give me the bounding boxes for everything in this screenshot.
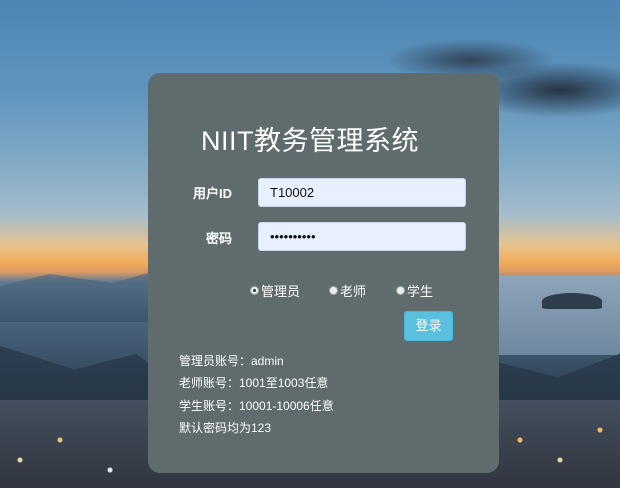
radio-button[interactable] <box>250 286 259 295</box>
info-line-password: 默认密码均为123 <box>179 421 272 435</box>
password-input[interactable]: •••••••••• <box>258 222 466 251</box>
radio-button[interactable] <box>329 286 338 295</box>
info-line-student: 学生账号：10001-10006任意 <box>179 399 334 413</box>
role-label: 老师 <box>340 284 367 299</box>
role-label: 学生 <box>407 284 434 299</box>
login-button[interactable]: 登录 <box>404 311 453 341</box>
info-line-teacher: 老师账号：1001至1003任意 <box>179 376 329 390</box>
role-option-admin[interactable]: 管理员 <box>250 281 300 300</box>
radio-button[interactable] <box>396 286 405 295</box>
role-option-student[interactable]: 学生 <box>396 281 433 300</box>
role-label: 管理员 <box>261 284 301 299</box>
role-option-teacher[interactable]: 老师 <box>329 281 366 300</box>
password-label: 密码 <box>206 231 233 246</box>
background-island <box>542 293 602 309</box>
info-line-admin: 管理员账号：admin <box>179 354 284 368</box>
page-title: NIIT教务管理系统 <box>201 126 419 156</box>
userid-label: 用户ID <box>193 186 233 201</box>
userid-input[interactable]: T10002 <box>258 178 466 207</box>
